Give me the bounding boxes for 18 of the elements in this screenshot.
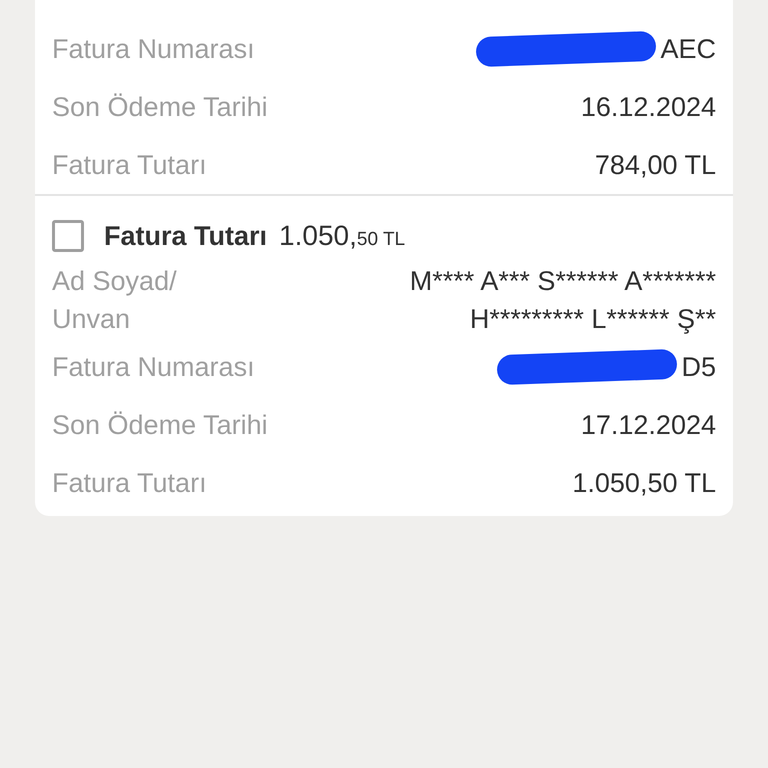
field-label: Ad Soyad/ Unvan [52,265,177,336]
field-value: D5 [681,351,716,384]
field-value: 784,00 TL [594,149,716,182]
field-label: Son Ödeme Tarihi [52,91,268,124]
bill-amount: 1.050, [279,220,357,252]
field-label: Fatura Tutarı [52,467,207,500]
field-label: Son Ödeme Tarihi [52,409,268,442]
field-value: 1.050,50 TL [572,467,716,500]
checkbox[interactable] [52,220,84,252]
field-value: 16.12.2024 [580,91,716,124]
bill-title: Fatura Tutarı [104,221,268,252]
field-value: 17.12.2024 [580,409,716,442]
field-value: M**** A*** S****** A******* H********* L****** Ş** [408,265,716,336]
bill-amount-decimals: 50 TL [356,229,406,251]
field-label: Fatura Numarası [52,33,255,66]
field-value: AEC [660,33,716,66]
field-label: Fatura Tutarı [52,149,207,182]
field-label: Fatura Numarası [52,351,255,384]
